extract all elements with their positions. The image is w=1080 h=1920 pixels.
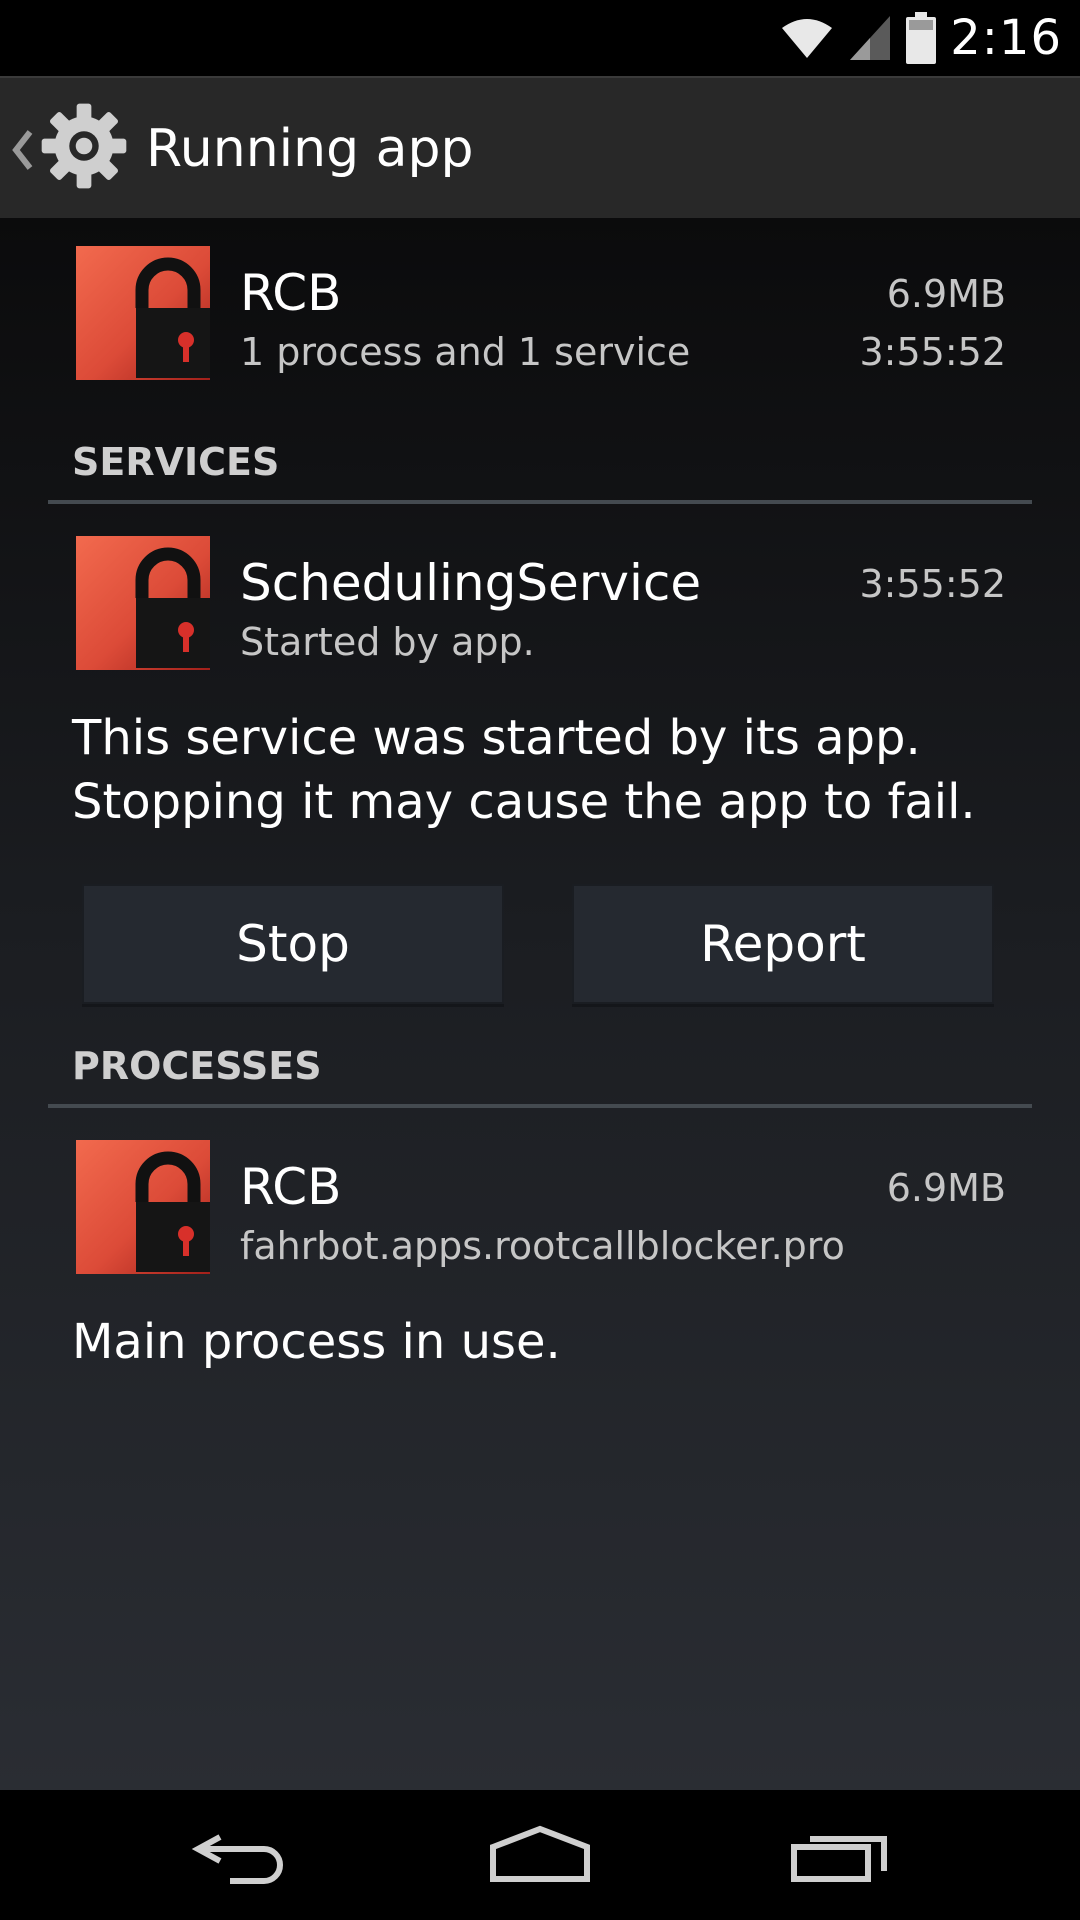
action-bar: Running app [0,76,1080,218]
recents-button[interactable] [770,1812,910,1898]
back-button[interactable] [170,1812,310,1898]
processes-divider [48,1104,1032,1108]
status-bar: 2:16 [0,0,1080,76]
service-row[interactable]: SchedulingService Started by app. 3:55:5… [0,536,1080,676]
app-name: RCB [240,264,342,322]
process-memory: 6.9MB [886,1166,1006,1210]
process-description: Main process in use. [72,1314,561,1370]
app-memory: 6.9MB [886,272,1006,316]
recents-icon [791,1836,887,1882]
service-time: 3:55:52 [859,562,1007,606]
page-title: Running app [146,119,474,179]
app-summary-row[interactable]: RCB 1 process and 1 service 6.9MB 3:55:5… [0,246,1080,386]
signal-icon [850,16,891,60]
content-area: RCB 1 process and 1 service 6.9MB 3:55:5… [0,218,1080,1790]
navigation-bar [0,1790,1080,1920]
process-package: fahrbot.apps.rootcallblocker.pro [240,1224,845,1268]
app-summary: 1 process and 1 service [240,330,691,374]
service-status: Started by app. [240,620,535,664]
home-icon [490,1825,590,1882]
wifi-icon [782,19,833,58]
processes-header: PROCESSES [72,1044,322,1088]
home-button[interactable] [470,1812,610,1898]
clock: 2:16 [950,10,1062,66]
red-padlock-icon [76,536,210,670]
status-icons: 2:16 [780,0,1062,76]
report-button[interactable]: Report [572,884,994,1004]
process-row[interactable]: RCB fahrbot.apps.rootcallblocker.pro 6.9… [0,1140,1080,1280]
service-name: SchedulingService [240,554,702,612]
process-name: RCB [240,1158,342,1216]
red-padlock-icon [76,1140,210,1274]
gear-icon[interactable] [38,100,130,192]
services-header: SERVICES [72,440,280,484]
back-arrow-icon [191,1834,283,1884]
stop-button[interactable]: Stop [82,884,504,1004]
service-description-line-1: This service was started by its app. [72,710,921,766]
up-chevron-icon[interactable] [10,128,36,172]
service-description: This service was started by its app. Sto… [72,706,976,834]
app-uptime: 3:55:52 [859,330,1007,374]
service-description-line-2: Stopping it may cause the app to fail. [72,774,976,830]
red-padlock-icon [76,246,210,380]
services-divider [48,500,1032,504]
battery-icon [906,12,937,64]
